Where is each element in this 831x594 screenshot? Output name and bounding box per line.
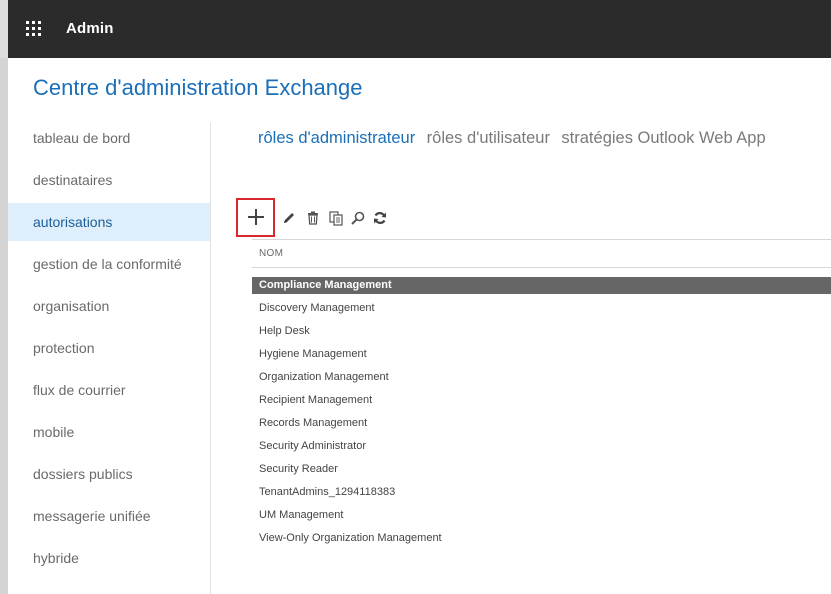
table-row[interactable]: UM Management bbox=[252, 504, 831, 527]
top-bar: Admin bbox=[0, 0, 831, 58]
table-row[interactable]: Records Management bbox=[252, 412, 831, 435]
sidebar-item-dossiers-publics[interactable]: dossiers publics bbox=[8, 455, 210, 493]
search-icon bbox=[351, 211, 365, 225]
sidebar-nav: tableau de bord destinataires autorisati… bbox=[8, 119, 210, 594]
sidebar-item-autorisations[interactable]: autorisations bbox=[8, 203, 210, 241]
add-icon bbox=[246, 207, 266, 227]
delete-icon bbox=[308, 211, 318, 225]
delete-button[interactable] bbox=[304, 198, 322, 238]
table-row[interactable]: TenantAdmins_1294118383 bbox=[252, 481, 831, 504]
sidebar-divider bbox=[210, 122, 211, 594]
app-name[interactable]: Admin bbox=[66, 20, 114, 37]
table-row[interactable]: Discovery Management bbox=[252, 297, 831, 320]
table-row[interactable]: Recipient Management bbox=[252, 389, 831, 412]
sidebar-item-gestion-conformite[interactable]: gestion de la conformité bbox=[8, 245, 210, 283]
tab-strategies-outlook[interactable]: stratégies Outlook Web App bbox=[561, 129, 765, 147]
search-button[interactable] bbox=[349, 198, 367, 238]
table-row[interactable]: Security Reader bbox=[252, 458, 831, 481]
sidebar-item-flux-de-courrier[interactable]: flux de courrier bbox=[8, 371, 210, 409]
sidebar-item-organisation[interactable]: organisation bbox=[8, 287, 210, 325]
edit-icon bbox=[284, 213, 294, 223]
table-row[interactable]: Help Desk bbox=[252, 320, 831, 343]
table-header: NOM bbox=[252, 239, 831, 268]
app-launcher-icon[interactable] bbox=[26, 21, 42, 37]
column-header-nom[interactable]: NOM bbox=[259, 248, 283, 259]
copy-button[interactable] bbox=[327, 198, 345, 238]
sidebar-item-mobile[interactable]: mobile bbox=[8, 413, 210, 451]
sidebar-item-protection[interactable]: protection bbox=[8, 329, 210, 367]
copy-icon bbox=[329, 211, 343, 226]
table-row[interactable]: Security Administrator bbox=[252, 435, 831, 458]
tab-roles-administrateur[interactable]: rôles d'administrateur bbox=[258, 129, 415, 147]
sidebar-item-destinataires[interactable]: destinataires bbox=[8, 161, 210, 199]
refresh-icon bbox=[374, 212, 386, 224]
refresh-button[interactable] bbox=[371, 198, 389, 238]
table-row[interactable]: Hygiene Management bbox=[252, 343, 831, 366]
add-button[interactable] bbox=[236, 198, 275, 238]
table-row[interactable]: Compliance Management bbox=[252, 277, 831, 294]
table-row[interactable]: Organization Management bbox=[252, 366, 831, 389]
left-edge bbox=[0, 58, 8, 594]
page-title: Centre d'administration Exchange bbox=[33, 75, 363, 100]
edit-button[interactable] bbox=[280, 198, 298, 238]
roles-list: Compliance Management Discovery Manageme… bbox=[252, 277, 831, 550]
toolbar bbox=[236, 198, 436, 238]
sidebar-item-hybride[interactable]: hybride bbox=[8, 539, 210, 577]
sidebar-item-tableau-de-bord[interactable]: tableau de bord bbox=[8, 119, 210, 157]
sidebar-item-messagerie-unifiee[interactable]: messagerie unifiée bbox=[8, 497, 210, 535]
tab-roles-utilisateur[interactable]: rôles d'utilisateur bbox=[427, 129, 550, 147]
tab-bar: rôles d'administrateur rôles d'utilisate… bbox=[258, 129, 773, 148]
table-row[interactable]: View-Only Organization Management bbox=[252, 527, 831, 550]
